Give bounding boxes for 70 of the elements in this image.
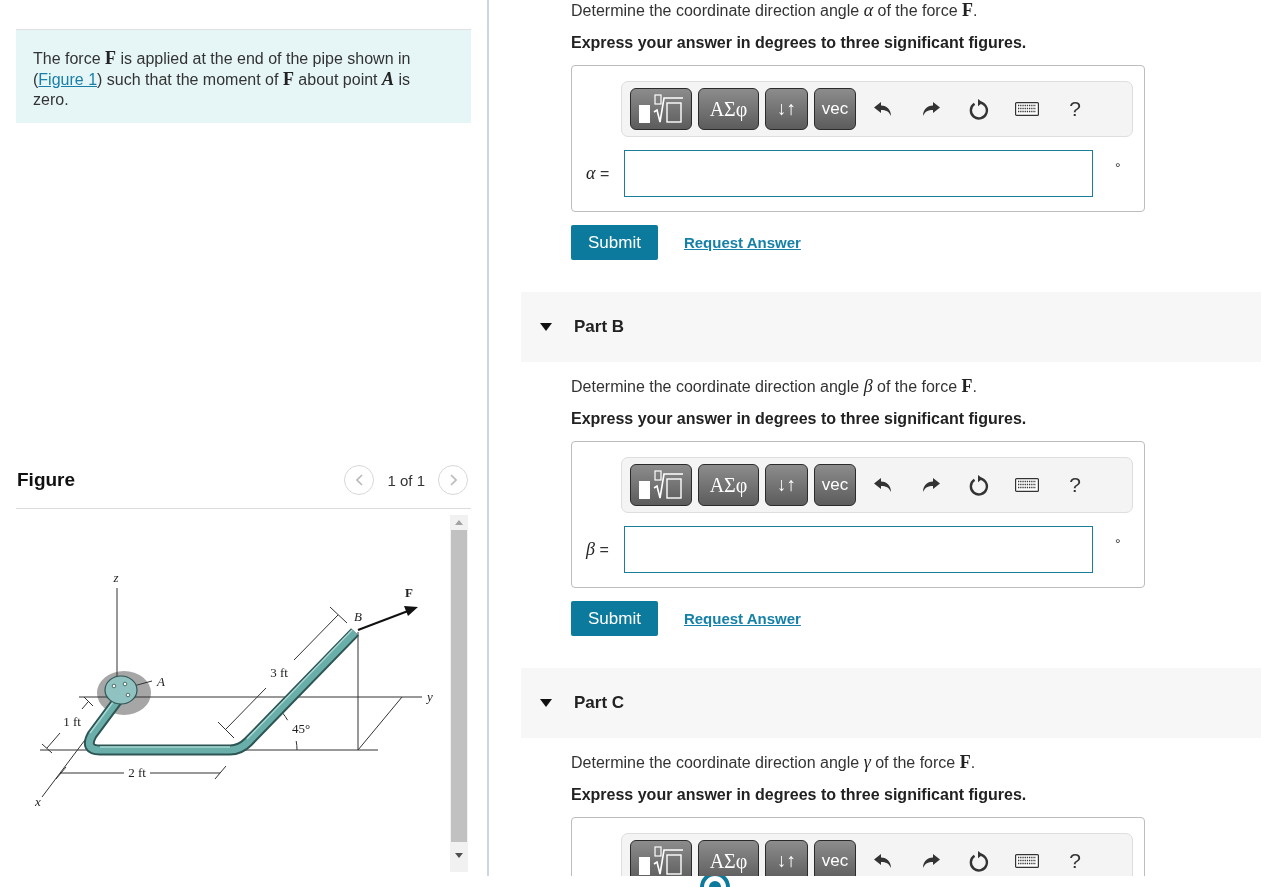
redo-icon — [922, 853, 940, 869]
caret-down-icon[interactable] — [540, 699, 552, 707]
templates-button[interactable] — [630, 464, 692, 506]
reset-icon — [969, 98, 989, 120]
part-title: Part C — [574, 693, 625, 713]
chevron-left-icon — [355, 474, 363, 486]
undo-icon — [874, 101, 892, 117]
keyboard-icon — [1015, 478, 1039, 492]
vector-button[interactable]: vec — [814, 88, 856, 130]
scrollbar-thumb[interactable] — [451, 530, 467, 842]
figure-label: 1 ft — [63, 714, 81, 729]
help-button[interactable]: ? — [1054, 88, 1096, 130]
keyboard-icon — [1015, 854, 1039, 868]
question-text: Determine the coordinate direction angle γ of the force F. — [571, 752, 977, 773]
variable-label: β = — [586, 539, 610, 560]
redo-icon — [922, 477, 940, 493]
question-text: Determine the coordinate direction angle β of the force F. — [571, 376, 978, 397]
keyboard-icon — [1015, 102, 1039, 116]
submit-button[interactable]: Submit — [571, 225, 658, 260]
greek-letters-button[interactable]: ΑΣφ — [698, 840, 759, 876]
problem-text: The force F is applied at the end of the pipe shown in (Figure 1) such that the moment of F about point A is zero. — [33, 48, 412, 110]
figure-label: A — [157, 674, 165, 689]
submit-button[interactable]: Submit — [571, 601, 658, 636]
reset-icon — [969, 474, 989, 496]
answer-field[interactable] — [624, 150, 1093, 197]
figure-label: 3 ft — [270, 665, 288, 680]
instruction-text: Express your answer in degrees to three significant figures. — [571, 409, 1028, 429]
instruction-text: Express your answer in degrees to three significant figures. — [571, 33, 1028, 53]
figure-label: 45° — [291, 721, 311, 736]
figure-link[interactable]: Figure 1 — [38, 71, 98, 88]
question-text: Determine the coordinate direction angle α of the force F. — [571, 0, 979, 21]
part-title: Part B — [574, 317, 625, 337]
reset-icon — [969, 850, 989, 872]
triangle-up-icon — [455, 520, 463, 525]
root-template-icon — [638, 94, 684, 124]
figure-title: Figure — [16, 469, 76, 491]
arrows-button[interactable]: ↓↑ — [765, 840, 808, 876]
undo-icon — [874, 477, 892, 493]
unit-label: ° — [1115, 536, 1121, 552]
vector-button[interactable]: vec — [814, 840, 856, 876]
templates-button[interactable] — [630, 88, 692, 130]
redo-icon — [922, 101, 940, 117]
undo-icon — [874, 853, 892, 869]
page-counter: 1 of 1 — [387, 471, 425, 489]
request-answer-link[interactable]: Request Answer — [683, 234, 801, 251]
unit-label: ° — [1115, 160, 1121, 176]
figure-label: x — [35, 794, 41, 809]
ring-icon — [700, 876, 730, 887]
request-answer-link[interactable]: Request Answer — [683, 610, 801, 627]
figure-label: z — [113, 570, 119, 585]
triangle-down-icon — [455, 852, 463, 858]
figure-label: B — [354, 609, 362, 624]
chevron-right-icon — [449, 474, 457, 486]
figure-label: F — [405, 585, 413, 600]
variable-label: α = — [586, 163, 611, 184]
help-button[interactable]: ? — [1054, 840, 1096, 876]
root-template-icon — [638, 470, 684, 500]
vector-button[interactable]: vec — [814, 464, 856, 506]
greek-letters-button[interactable]: ΑΣφ — [698, 464, 759, 506]
figure-label: y — [427, 689, 433, 704]
templates-button[interactable] — [630, 840, 692, 876]
instruction-text: Express your answer in degrees to three significant figures. — [571, 785, 1028, 805]
help-button[interactable]: ? — [1054, 464, 1096, 506]
arrows-button[interactable]: ↓↑ — [765, 88, 808, 130]
figure-label: 2 ft — [128, 765, 146, 780]
root-template-icon — [638, 846, 684, 876]
answer-field[interactable] — [624, 526, 1093, 573]
caret-down-icon[interactable] — [540, 323, 552, 331]
greek-letters-button[interactable]: ΑΣφ — [698, 88, 759, 130]
arrows-button[interactable]: ↓↑ — [765, 464, 808, 506]
